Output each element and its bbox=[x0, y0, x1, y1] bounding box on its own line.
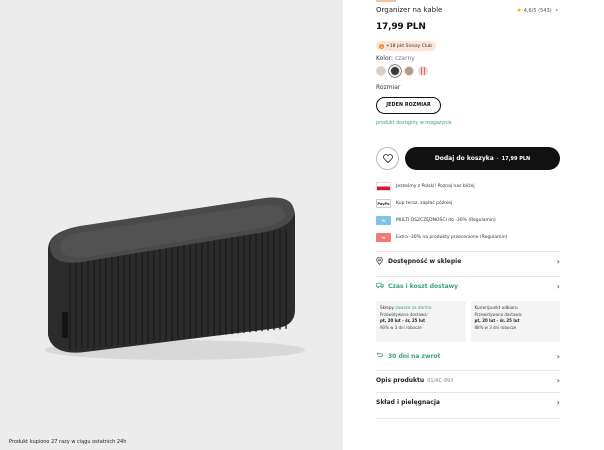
chevron-right-icon: › bbox=[556, 282, 560, 291]
size-option-button[interactable]: JEDEN ROZMIAR bbox=[376, 97, 441, 114]
discount-icon: % bbox=[376, 216, 391, 225]
poland-flag-icon bbox=[376, 182, 391, 191]
perk-polish-brand[interactable]: Jesteśmy z Polski! Poznaj nas bliżej bbox=[376, 180, 560, 193]
rating-value: 4,6/5 (543) bbox=[523, 7, 552, 14]
color-label: Kolor: czarny bbox=[376, 55, 415, 62]
add-to-cart-button[interactable]: Dodaj do koszyka - 17,99 PLN bbox=[405, 147, 560, 170]
color-value: czarny bbox=[394, 55, 415, 62]
chevron-right-icon: › bbox=[556, 257, 560, 266]
rating-link[interactable]: ★ 4,6/5 (543) › bbox=[516, 7, 558, 14]
star-icon: ★ bbox=[516, 7, 522, 14]
divider bbox=[376, 418, 560, 419]
delivery-label: Czas i koszt dostawy bbox=[388, 283, 459, 290]
returns-label: 30 dni na zwrot bbox=[388, 352, 441, 360]
product-name: Organizer na kable bbox=[376, 6, 443, 14]
color-swatch[interactable] bbox=[418, 66, 428, 76]
perk-multi-savings[interactable]: % MULTI OSZCZĘDNOŚCI do -30% (Regulamin) bbox=[376, 214, 560, 227]
add-to-cart-price: 17,99 PLN bbox=[501, 155, 531, 162]
delivery-store-box: Sklepy zawsze za darmo Przewidywana dost… bbox=[376, 301, 466, 342]
description-row[interactable]: Opis produktu 01/AC-99X › bbox=[376, 370, 560, 390]
truck-icon bbox=[376, 282, 388, 291]
perk-paypo[interactable]: PayPo Kup teraz, zapłać później bbox=[376, 197, 560, 210]
heart-icon bbox=[382, 154, 393, 163]
delivery-row[interactable]: Czas i koszt dostawy › bbox=[376, 276, 560, 296]
purchase-count-note: Produkt kupiono 27 razy w ciągu ostatnic… bbox=[9, 439, 127, 445]
stock-status: produkt dostępny w magazynie bbox=[376, 121, 452, 126]
chevron-right-icon: › bbox=[556, 351, 560, 361]
product-image-gallery[interactable]: Produkt kupiono 27 razy w ciągu ostatnic… bbox=[0, 0, 343, 450]
returns-row[interactable]: 30 dni na zwrot › bbox=[376, 346, 560, 366]
store-availability-row[interactable]: Dostępność w sklepie › bbox=[376, 251, 560, 271]
description-label: Opis produktu bbox=[376, 377, 425, 384]
color-swatch-selected[interactable] bbox=[390, 66, 400, 76]
composition-label: Skład i pielęgnacja bbox=[376, 399, 440, 406]
color-swatch[interactable] bbox=[376, 66, 386, 76]
product-header: Organizer na kable ★ 4,6/5 (543) › bbox=[376, 6, 560, 16]
location-pin-icon bbox=[376, 256, 388, 267]
delivery-options: Sklepy zawsze za darmo Przewidywana dost… bbox=[376, 301, 560, 342]
return-arrow-icon bbox=[376, 351, 388, 361]
product-code: 01/AC-99X bbox=[427, 377, 454, 384]
perk-extra-discount[interactable]: % Extra -30% na produkty przecenione (Re… bbox=[376, 231, 560, 244]
paypo-icon: PayPo bbox=[376, 199, 391, 208]
chevron-right-icon: › bbox=[556, 376, 560, 385]
chevron-right-icon: › bbox=[555, 7, 558, 14]
color-swatch[interactable] bbox=[404, 66, 414, 76]
club-icon: S bbox=[379, 43, 384, 49]
product-price: 17,99 PLN bbox=[376, 22, 426, 32]
wishlist-button[interactable] bbox=[376, 147, 399, 170]
club-points-text: +18 pkt Sinsay Club bbox=[386, 43, 432, 49]
delivery-courier-box: Kurier/punkt odbioru Przewidywana dostaw… bbox=[470, 301, 560, 342]
cable-organizer-image bbox=[45, 197, 305, 360]
color-swatches bbox=[376, 66, 428, 76]
size-label: Rozmiar bbox=[376, 84, 401, 91]
store-availability-label: Dostępność w sklepie bbox=[388, 258, 462, 265]
club-points-badge: S +18 pkt Sinsay Club bbox=[376, 41, 436, 51]
promo-stripe bbox=[376, 0, 396, 2]
composition-row[interactable]: Skład i pielęgnacja › bbox=[376, 392, 560, 412]
product-panel: Organizer na kable ★ 4,6/5 (543) › 17,99… bbox=[376, 0, 560, 450]
add-to-cart-label: Dodaj do koszyka bbox=[434, 155, 494, 162]
chevron-right-icon: › bbox=[556, 398, 560, 407]
tag-icon: % bbox=[376, 233, 391, 242]
